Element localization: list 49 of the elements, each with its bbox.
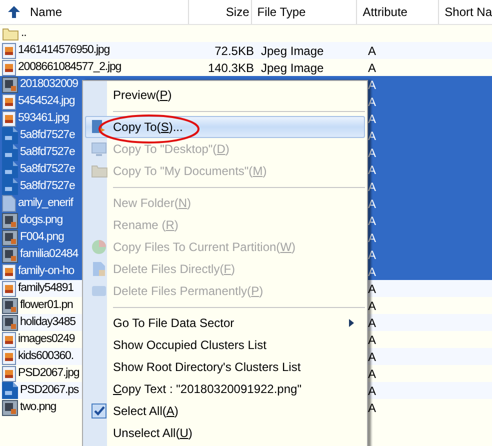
file-name: amily_enerif bbox=[18, 196, 73, 211]
file-attribute: A bbox=[368, 60, 376, 74]
file-name: 5a8fd7527e bbox=[20, 128, 75, 143]
file-type: Jpeg Image bbox=[261, 44, 324, 58]
file-attribute: A bbox=[368, 78, 376, 92]
file-name: dogs.png bbox=[20, 212, 63, 228]
file-attribute: A bbox=[368, 112, 376, 126]
file-name: holiday3485 bbox=[20, 314, 76, 330]
file-name: F004.png bbox=[20, 230, 64, 245]
file-attribute: A bbox=[368, 180, 376, 194]
file-type: Jpeg Image bbox=[261, 60, 324, 74]
file-name: family-on-ho bbox=[18, 264, 74, 279]
file-attribute: A bbox=[368, 196, 376, 210]
file-name: 1461414576950.jpg bbox=[18, 42, 110, 58]
file-attribute: A bbox=[368, 282, 376, 296]
file-attribute: A bbox=[368, 162, 376, 176]
file-name: 2018032009 bbox=[20, 76, 78, 92]
file-name: PSD2067.jpg bbox=[18, 366, 80, 381]
file-attribute: A bbox=[368, 384, 376, 398]
file-name: familia02484 bbox=[20, 246, 78, 262]
file-attribute: A bbox=[368, 298, 376, 312]
file-attribute: A bbox=[368, 146, 376, 160]
file-name: flower01.pn bbox=[20, 298, 73, 313]
file-attribute: A bbox=[368, 44, 376, 58]
file-attribute: A bbox=[368, 316, 376, 330]
file-name: PSD2067.ps bbox=[20, 382, 79, 398]
file-name: two.png bbox=[20, 400, 56, 415]
file-attribute: A bbox=[368, 94, 376, 108]
file-size: 140.3KB bbox=[208, 60, 254, 76]
file-attribute: A bbox=[368, 214, 376, 228]
file-name: 5a8fd7527e bbox=[20, 178, 75, 194]
file-attribute: A bbox=[368, 366, 376, 380]
file-name: 5454524.jpg bbox=[18, 94, 75, 109]
file-size: 72.5KB bbox=[214, 42, 254, 60]
file-attribute: A bbox=[368, 248, 376, 262]
file-name: family54891 bbox=[18, 280, 74, 296]
file-attribute: A bbox=[368, 264, 376, 278]
file-name: 5a8fd7527e bbox=[20, 144, 75, 160]
file-attribute: A bbox=[368, 332, 376, 346]
file-attribute: A bbox=[368, 128, 376, 142]
file-attribute: A bbox=[368, 350, 376, 364]
file-name: .. bbox=[21, 26, 26, 41]
file-name: 593461.jpg bbox=[18, 110, 69, 126]
file-name: 5a8fd7527e bbox=[20, 162, 75, 177]
file-name: 2008661084577_2.jpg bbox=[18, 60, 122, 75]
file-name: images0249 bbox=[18, 332, 75, 347]
file-attribute: A bbox=[368, 230, 376, 244]
file-name: kids600360. bbox=[18, 348, 74, 364]
file-attribute: A bbox=[368, 400, 376, 414]
